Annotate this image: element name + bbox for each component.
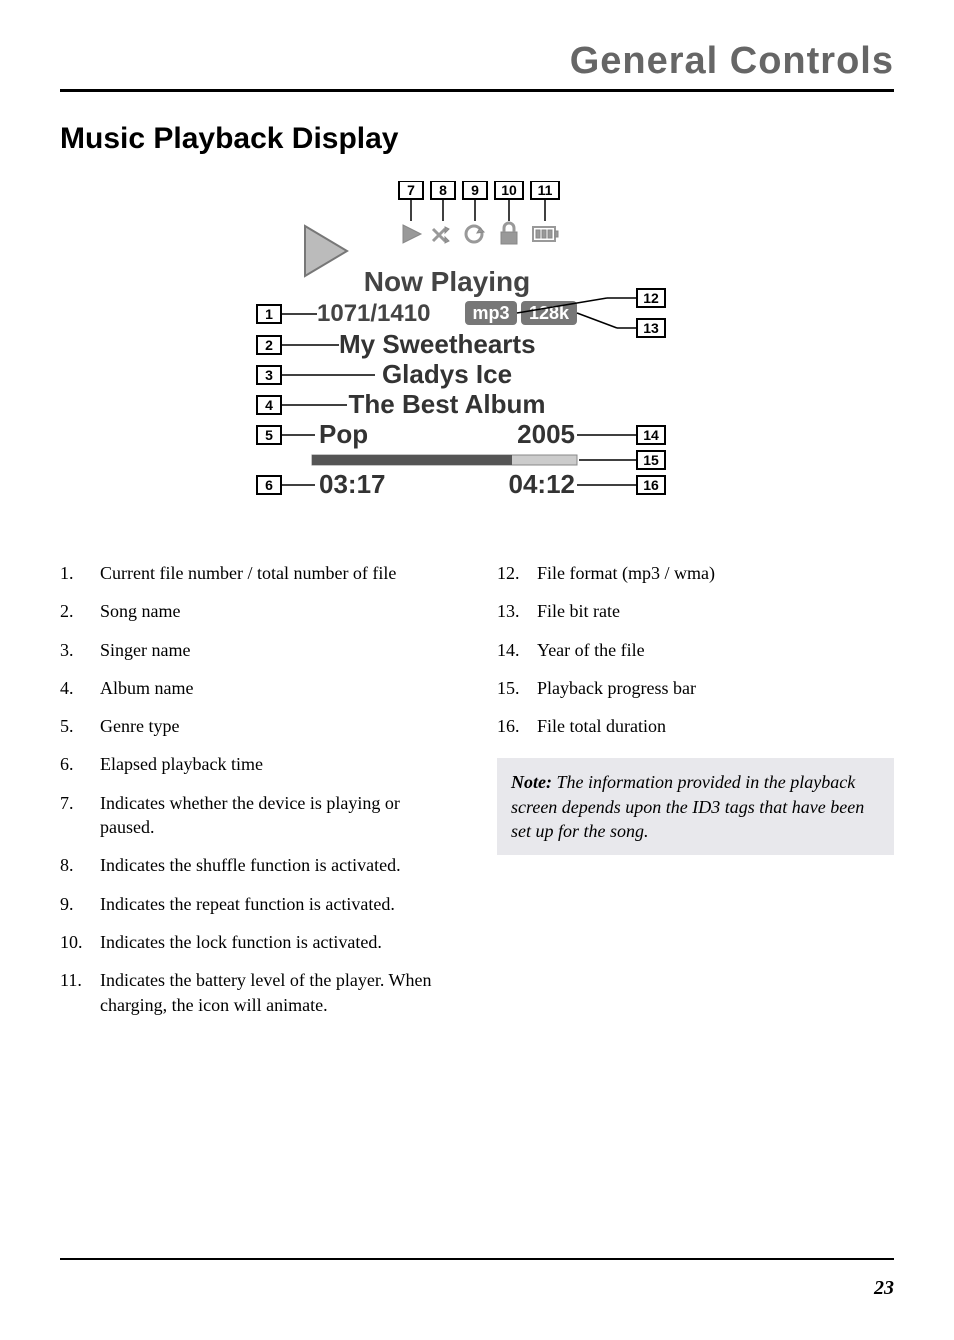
legend-list-left: Current file number / total number of fi… <box>60 561 457 1017</box>
svg-text:2: 2 <box>265 337 273 353</box>
svg-text:1071/1410: 1071/1410 <box>317 300 430 327</box>
svg-text:My Sweethearts: My Sweethearts <box>339 329 536 359</box>
svg-text:Pop: Pop <box>319 419 368 449</box>
legend-item: Genre type <box>60 714 457 738</box>
svg-text:8: 8 <box>439 182 447 198</box>
playback-display-diagram: 7 8 9 10 11 <box>207 181 747 521</box>
legend-columns: Current file number / total number of fi… <box>60 561 894 1031</box>
svg-text:The Best Album: The Best Album <box>349 389 546 419</box>
svg-text:16: 16 <box>643 477 659 493</box>
svg-text:10: 10 <box>501 182 517 198</box>
svg-text:6: 6 <box>265 477 273 493</box>
svg-text:9: 9 <box>471 182 479 198</box>
svg-text:5: 5 <box>265 427 273 443</box>
svg-text:3: 3 <box>265 367 273 383</box>
svg-text:13: 13 <box>643 320 659 336</box>
legend-item: Album name <box>60 676 457 700</box>
legend-list-right: File format (mp3 / wma) File bit rate Ye… <box>497 561 894 738</box>
svg-text:mp3: mp3 <box>472 303 509 323</box>
legend-item: Song name <box>60 599 457 623</box>
footer-rule <box>60 1258 894 1260</box>
svg-text:03:17: 03:17 <box>319 469 386 499</box>
page-number: 23 <box>874 1277 894 1300</box>
legend-item: Playback progress bar <box>497 676 894 700</box>
svg-text:2005: 2005 <box>517 419 575 449</box>
legend-item: Indicates the lock function is activated… <box>60 930 457 954</box>
chapter-heading: General Controls <box>60 40 894 92</box>
svg-text:Now Playing: Now Playing <box>364 266 530 297</box>
svg-text:4: 4 <box>265 397 273 413</box>
note-box: Note: The information provided in the pl… <box>497 758 894 855</box>
svg-text:7: 7 <box>407 182 415 198</box>
svg-text:15: 15 <box>643 452 659 468</box>
legend-item: File bit rate <box>497 599 894 623</box>
legend-item: Year of the file <box>497 638 894 662</box>
svg-text:11: 11 <box>538 182 553 198</box>
legend-item: Indicates whether the device is playing … <box>60 791 457 840</box>
legend-item: Indicates the shuffle function is activa… <box>60 853 457 877</box>
legend-item: Indicates the repeat function is activat… <box>60 892 457 916</box>
legend-item: Current file number / total number of fi… <box>60 561 457 585</box>
legend-item: Singer name <box>60 638 457 662</box>
svg-text:Gladys Ice: Gladys Ice <box>382 359 512 389</box>
legend-item: Indicates the battery level of the playe… <box>60 968 457 1017</box>
legend-item: File format (mp3 / wma) <box>497 561 894 585</box>
note-text: The information provided in the playback… <box>511 772 864 841</box>
svg-text:04:12: 04:12 <box>509 469 576 499</box>
section-title: Music Playback Display <box>60 122 894 156</box>
svg-text:1: 1 <box>265 306 273 322</box>
legend-item: File total duration <box>497 714 894 738</box>
svg-text:12: 12 <box>643 290 659 306</box>
svg-text:14: 14 <box>643 427 659 443</box>
svg-text:128k: 128k <box>529 303 570 323</box>
legend-item: Elapsed playback time <box>60 752 457 776</box>
note-label: Note: <box>511 772 552 792</box>
